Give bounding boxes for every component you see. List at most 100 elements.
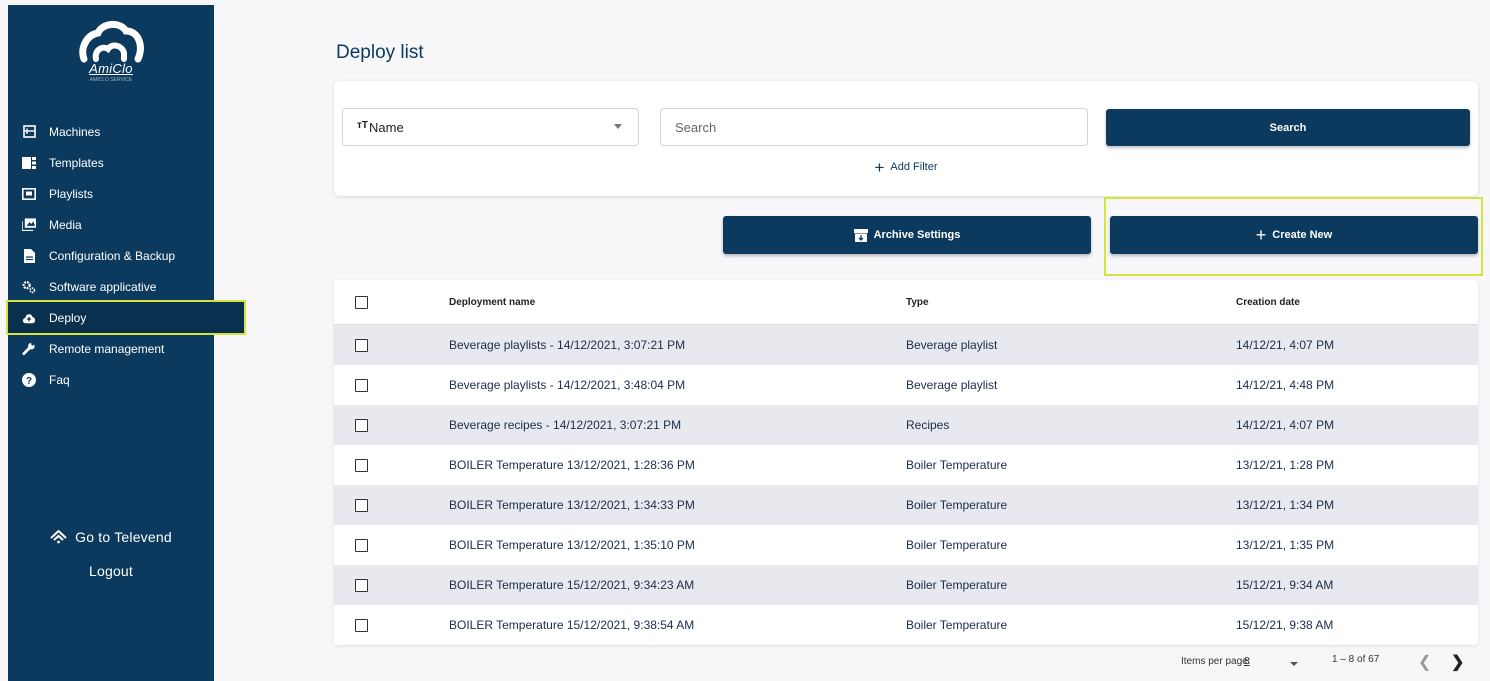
sidebar-item-label: Configuration & Backup bbox=[49, 248, 176, 263]
sidebar-item-label: Deploy bbox=[49, 310, 87, 325]
cell-type: Boiler Temperature bbox=[906, 498, 1008, 512]
cloud-upload-icon bbox=[22, 311, 36, 325]
table-row[interactable]: BOILER Temperature 13/12/2021, 1:34:33 P… bbox=[334, 485, 1478, 525]
sidebar-item-software-applicative[interactable]: Software applicative bbox=[8, 271, 214, 302]
plus-icon: + bbox=[874, 157, 885, 177]
cell-type: Beverage playlist bbox=[906, 378, 998, 392]
row-checkbox[interactable] bbox=[355, 498, 368, 512]
svg-text:?: ? bbox=[26, 376, 32, 387]
column-header-name[interactable]: Deployment name bbox=[449, 297, 535, 308]
sidebar-item-media[interactable]: Media bbox=[8, 209, 214, 240]
cell-type: Boiler Temperature bbox=[906, 538, 1008, 552]
gears-icon bbox=[22, 280, 36, 294]
brand-logo: AmiClo AMICLO SERVICE bbox=[8, 19, 214, 83]
sidebar-item-label: Software applicative bbox=[49, 279, 157, 294]
cell-deployment-name: BOILER Temperature 13/12/2021, 1:35:10 P… bbox=[449, 538, 695, 552]
televend-icon bbox=[50, 530, 67, 544]
sidebar-item-label: Machines bbox=[49, 124, 101, 139]
items-per-page-label: Items per page: bbox=[1181, 656, 1251, 667]
table-header-row: Deployment name Type Creation date bbox=[334, 280, 1478, 325]
row-checkbox[interactable] bbox=[355, 338, 368, 352]
playlist-icon bbox=[22, 187, 36, 201]
sidebar-item-machines[interactable]: Machines bbox=[8, 116, 214, 147]
row-checkbox[interactable] bbox=[355, 618, 368, 632]
cell-deployment-name: BOILER Temperature 13/12/2021, 1:34:33 P… bbox=[449, 498, 695, 512]
table-row[interactable]: Beverage recipes - 14/12/2021, 3:07:21 P… bbox=[334, 405, 1478, 445]
table-row[interactable]: BOILER Temperature 13/12/2021, 1:35:10 P… bbox=[334, 525, 1478, 565]
row-checkbox[interactable] bbox=[355, 578, 368, 592]
table-row[interactable]: BOILER Temperature 13/12/2021, 1:28:36 P… bbox=[334, 445, 1478, 485]
create-new-label: Create New bbox=[1272, 229, 1333, 241]
page-range: 1 – 8 of 67 bbox=[1332, 654, 1380, 665]
cell-creation-date: 14/12/21, 4:07 PM bbox=[1236, 418, 1335, 432]
cloud-logo-icon bbox=[79, 21, 144, 63]
cell-deployment-name: Beverage playlists - 14/12/2021, 3:48:04… bbox=[449, 378, 686, 392]
row-checkbox[interactable] bbox=[355, 458, 368, 472]
table-row[interactable]: Beverage playlists - 14/12/2021, 3:48:04… bbox=[334, 365, 1478, 405]
cell-type: Boiler Temperature bbox=[906, 618, 1008, 632]
select-all-checkbox[interactable] bbox=[355, 295, 368, 309]
row-checkbox[interactable] bbox=[355, 418, 368, 432]
machine-icon bbox=[22, 125, 36, 139]
sidebar-item-playlists[interactable]: Playlists bbox=[8, 178, 214, 209]
plus-icon: + bbox=[1255, 225, 1267, 245]
filter-card: ᴛT Name Search + Add Filter bbox=[334, 81, 1478, 196]
sidebar-item-templates[interactable]: Templates bbox=[8, 147, 214, 178]
next-page-icon[interactable]: ❯ bbox=[1451, 652, 1464, 672]
sidebar-item-configuration-backup[interactable]: Configuration & Backup bbox=[8, 240, 214, 271]
go-to-televend-link[interactable]: Go to Televend bbox=[8, 529, 214, 545]
table-row[interactable]: BOILER Temperature 15/12/2021, 9:38:54 A… bbox=[334, 605, 1478, 645]
sidebar: AmiClo AMICLO SERVICE Machines Templates… bbox=[6, 5, 246, 681]
cell-deployment-name: BOILER Temperature 15/12/2021, 9:38:54 A… bbox=[449, 618, 695, 632]
sidebar-item-label: Media bbox=[49, 217, 82, 232]
templates-icon bbox=[22, 156, 36, 170]
column-header-type[interactable]: Type bbox=[906, 297, 929, 308]
brand-tagline: AMICLO SERVICE bbox=[89, 77, 133, 83]
cell-creation-date: 15/12/21, 9:34 AM bbox=[1236, 578, 1334, 592]
sidebar-nav: Machines Templates Playlists Media Confi… bbox=[6, 116, 246, 395]
filter-field-select[interactable]: ᴛT Name bbox=[342, 108, 639, 146]
cell-type: Boiler Temperature bbox=[906, 458, 1008, 472]
table-row[interactable]: BOILER Temperature 15/12/2021, 9:34:23 A… bbox=[334, 565, 1478, 605]
deploy-table: Deployment name Type Creation date Bever… bbox=[334, 280, 1478, 645]
cell-deployment-name: BOILER Temperature 13/12/2021, 1:28:36 P… bbox=[449, 458, 695, 472]
brand-name: AmiClo bbox=[89, 61, 133, 76]
sidebar-item-remote-management[interactable]: Remote management bbox=[8, 333, 214, 364]
sidebar-item-label: Faq bbox=[49, 372, 70, 387]
sidebar-item-label: Playlists bbox=[49, 186, 94, 201]
previous-page-icon[interactable]: ❮ bbox=[1418, 652, 1431, 672]
cell-type: Beverage playlist bbox=[906, 338, 998, 352]
sidebar-item-label: Remote management bbox=[49, 341, 165, 356]
wrench-icon bbox=[22, 341, 36, 356]
go-to-televend-label: Go to Televend bbox=[75, 529, 172, 545]
sidebar-item-deploy[interactable]: Deploy bbox=[6, 300, 246, 335]
archive-settings-label: Archive Settings bbox=[873, 229, 961, 241]
row-checkbox[interactable] bbox=[355, 378, 368, 392]
items-per-page-select[interactable]: 8 bbox=[1244, 656, 1250, 667]
cell-creation-date: 13/12/21, 1:28 PM bbox=[1236, 458, 1335, 472]
cell-type: Boiler Temperature bbox=[906, 578, 1008, 592]
cell-creation-date: 13/12/21, 1:35 PM bbox=[1236, 538, 1335, 552]
cell-deployment-name: Beverage recipes - 14/12/2021, 3:07:21 P… bbox=[449, 418, 682, 432]
question-icon: ? bbox=[22, 372, 36, 387]
media-icon bbox=[22, 218, 36, 232]
text-field-icon: ᴛT bbox=[357, 119, 369, 131]
cell-deployment-name: Beverage playlists - 14/12/2021, 3:07:21… bbox=[449, 338, 686, 352]
table-row[interactable]: Beverage playlists - 14/12/2021, 3:07:21… bbox=[334, 325, 1478, 365]
row-checkbox[interactable] bbox=[355, 538, 368, 552]
sidebar-item-label: Templates bbox=[49, 155, 104, 170]
search-button[interactable]: Search bbox=[1106, 109, 1470, 146]
cell-creation-date: 13/12/21, 1:34 PM bbox=[1236, 498, 1335, 512]
add-filter-label: Add Filter bbox=[890, 161, 938, 173]
logout-link[interactable]: Logout bbox=[8, 563, 214, 579]
search-input[interactable] bbox=[660, 108, 1088, 146]
chevron-down-icon[interactable] bbox=[1290, 662, 1298, 666]
column-header-date[interactable]: Creation date bbox=[1236, 297, 1300, 308]
chevron-down-icon bbox=[614, 124, 622, 129]
sidebar-item-faq[interactable]: ? Faq bbox=[8, 364, 214, 395]
add-filter-button[interactable]: + Add Filter bbox=[334, 157, 1478, 177]
filter-field-value: Name bbox=[369, 119, 404, 135]
archive-settings-button[interactable]: Archive Settings bbox=[723, 216, 1091, 254]
cell-creation-date: 14/12/21, 4:48 PM bbox=[1236, 378, 1335, 392]
create-new-button[interactable]: + Create New bbox=[1110, 216, 1478, 254]
